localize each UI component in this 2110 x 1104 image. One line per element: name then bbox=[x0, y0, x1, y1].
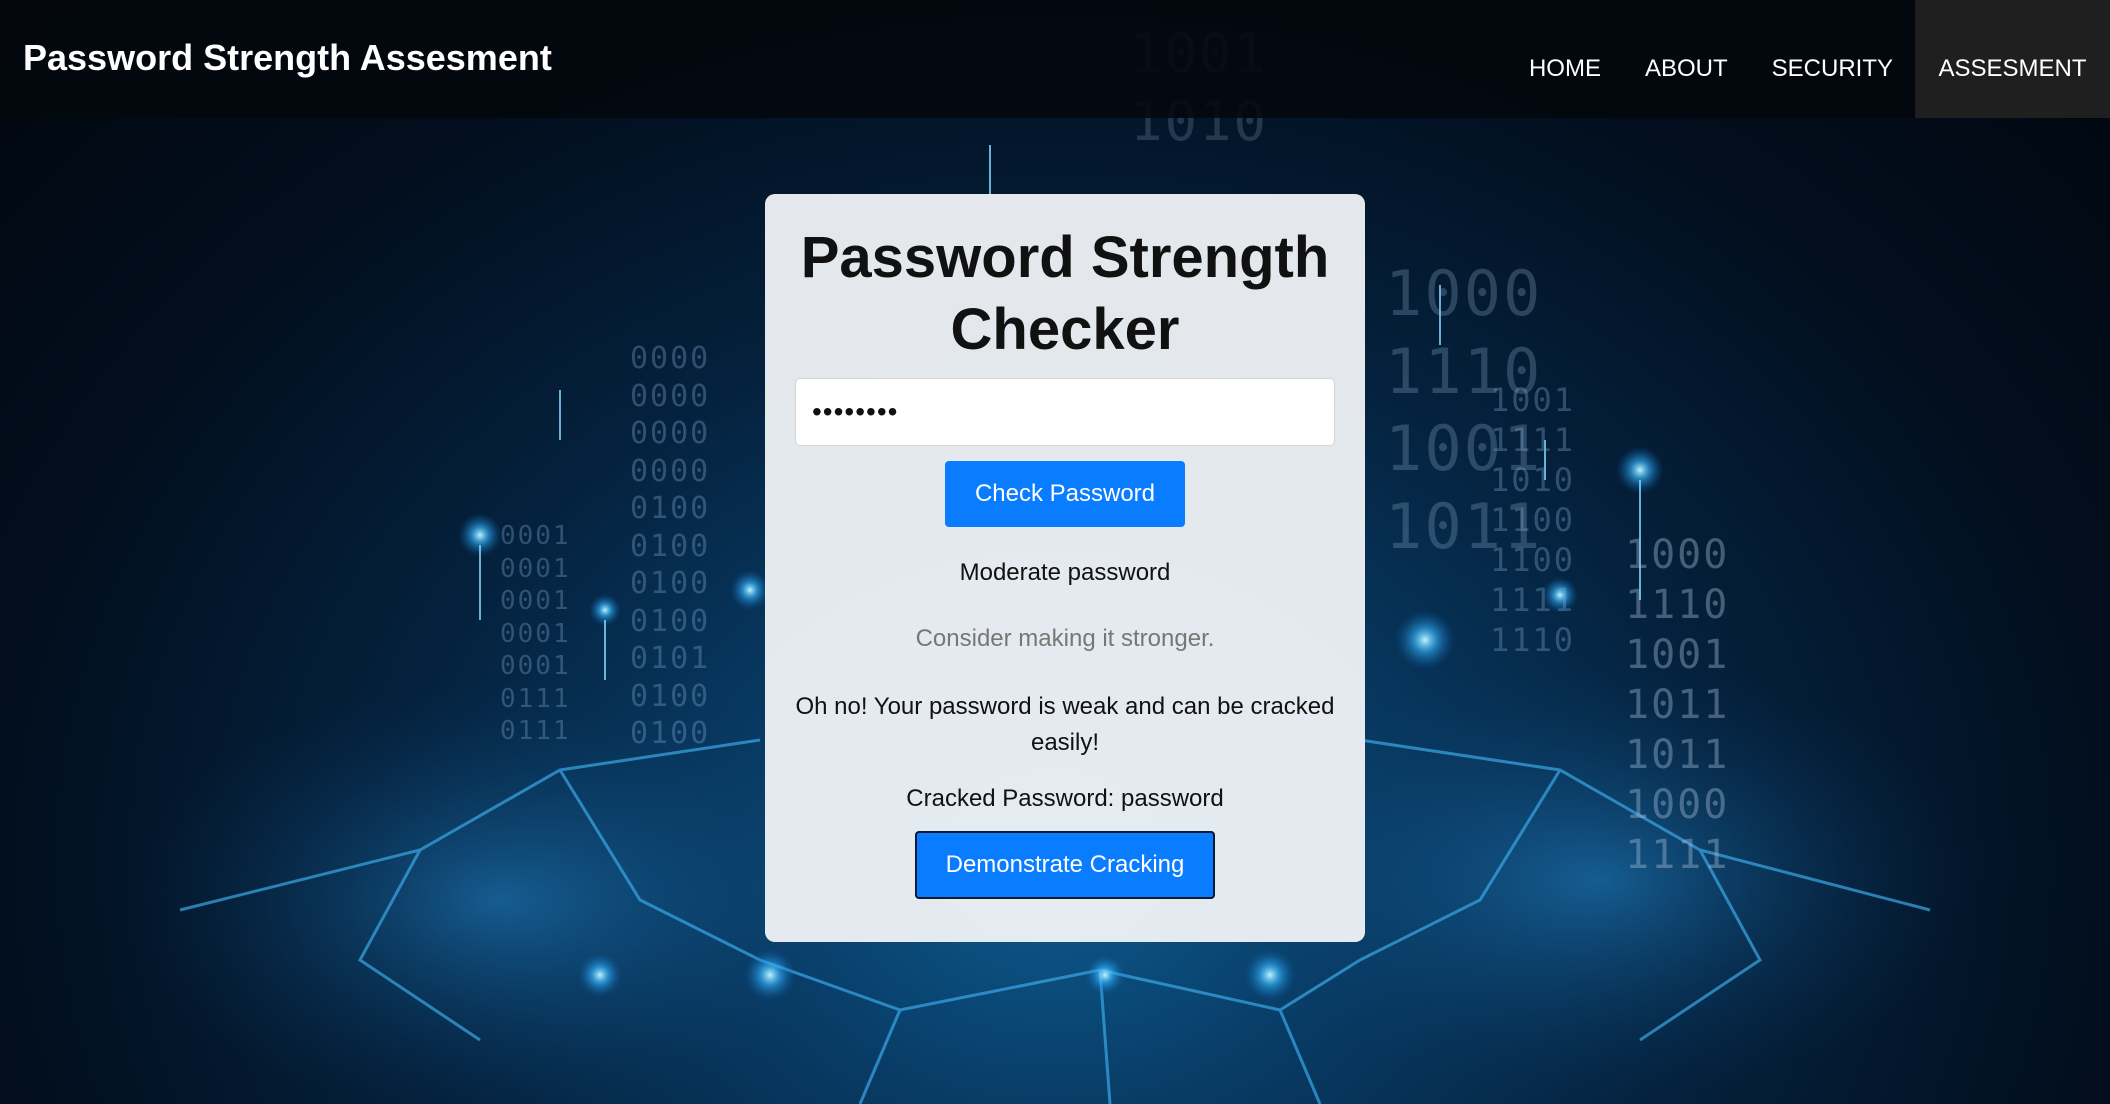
nav-security-link[interactable]: SECURITY bbox=[1750, 0, 1915, 118]
check-password-button[interactable]: Check Password bbox=[945, 461, 1185, 527]
binary-decoration-right-2: 1000 1110 1001 1011 1011 1000 1111 bbox=[1625, 532, 1730, 878]
nav-links: HOME ABOUT SECURITY ASSESMENT bbox=[1507, 0, 2110, 118]
site-title[interactable]: Password Strength Assesment bbox=[23, 37, 552, 79]
strength-message: Moderate password bbox=[959, 559, 1171, 586]
hint-message: Consider making it stronger. bbox=[915, 625, 1215, 652]
password-checker-card: Password Strength Checker •••••••• Check… bbox=[765, 194, 1365, 942]
nav-home-link[interactable]: HOME bbox=[1507, 0, 1623, 118]
binary-decoration-left-2: 0000 0000 0000 0000 0100 0100 0100 0100 … bbox=[630, 341, 711, 751]
binary-decoration-right-3: 1001 1111 1010 1100 1100 1111 1110 bbox=[1490, 381, 1576, 659]
nav-about-link[interactable]: ABOUT bbox=[1623, 0, 1750, 118]
cracked-password-text: Cracked Password: password bbox=[906, 785, 1224, 812]
page: 0001 0001 0001 0001 0001 0111 0111 0000 … bbox=[0, 0, 2110, 1104]
navbar: Password Strength Assesment HOME ABOUT S… bbox=[0, 0, 2110, 118]
checker-title: Password Strength Checker bbox=[800, 225, 1330, 362]
demonstrate-cracking-button[interactable]: Demonstrate Cracking bbox=[915, 831, 1215, 899]
weak-password-message: Oh no! Your password is weak and can be … bbox=[795, 693, 1335, 756]
binary-decoration-left: 0001 0001 0001 0001 0001 0111 0111 bbox=[500, 521, 571, 746]
nav-assesment-link[interactable]: ASSESMENT bbox=[1915, 0, 2110, 118]
password-input[interactable]: •••••••• bbox=[795, 378, 1335, 446]
